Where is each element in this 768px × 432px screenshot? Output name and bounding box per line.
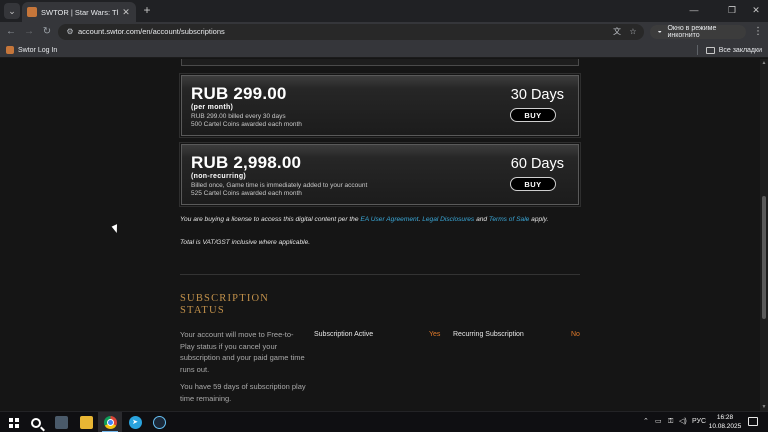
bookmark-swtor-login[interactable]: Swtor Log In [6,44,57,56]
plan-duration: 60 Days [510,156,564,172]
scroll-down-icon[interactable]: ▼ [761,404,767,410]
plan-term: (per month) [191,104,234,111]
plan-card-previous [181,59,579,66]
tab-close-icon[interactable]: ✕ [121,7,131,18]
close-window-button[interactable]: ✕ [744,3,768,17]
url-text[interactable]: account.swtor.com/en/account/subscriptio… [78,27,225,36]
clock-time: 16:28 [716,414,734,421]
section-divider [180,274,580,275]
recurring-subscription-label: Recurring Subscription [453,331,524,338]
free-to-play-notice: Your account will move to Free-to-Play s… [180,330,305,374]
ea-user-agreement-link[interactable]: EA User Agreement [360,216,418,223]
mouse-cursor-icon [111,224,121,234]
plan-price: RUB 2,998.00 [191,153,302,172]
scrollbar-thumb[interactable] [762,196,766,319]
scroll-up-icon[interactable]: ▲ [761,60,767,66]
incognito-label: Окно в режиме инкогнито [667,25,717,39]
vat-notice: Total is VAT/GST inclusive where applica… [180,239,311,246]
plan-detail: RUB 299.00 billed every 30 days [191,113,286,120]
screen: ⌄ SWTOR | Star Wars: The Old Re ✕ + — ❐ … [0,0,768,432]
plan-card-60-days: RUB 2,998.00 (non-recurring) Billed once… [179,142,581,207]
notification-center-icon[interactable] [748,417,758,426]
incognito-indicator[interactable]: ◒ Окно в режиме инкогнито [650,25,746,39]
plan-detail: 500 Cartel Coins awarded each month [191,121,302,128]
back-button[interactable]: ← [4,25,18,39]
taskbar-app-chrome[interactable] [98,412,122,432]
taskbar-app-calculator[interactable] [49,412,73,432]
swtor-favicon-icon [6,46,14,54]
legal-notice: You are buying a license to access this … [180,215,580,225]
browser-toolbar: ← → ↻ ⚙ account.swtor.com/en/account/sub… [0,22,768,42]
legal-apply: apply. [529,216,549,223]
reload-button[interactable]: ↻ [40,25,54,39]
battery-icon[interactable]: ⚿ [668,416,673,428]
browser-tabstrip: ⌄ SWTOR | Star Wars: The Old Re ✕ + — ❐ … [0,0,768,22]
bookmarks-bar: Swtor Log In Все закладки [0,42,768,58]
plan-detail: Billed once, Game time is immediately ad… [191,182,368,189]
buy-60-days-button[interactable]: BUY [510,177,556,191]
maximize-button[interactable]: ❐ [720,3,744,17]
buy-30-days-button[interactable]: BUY [510,108,556,122]
windows-taskbar: ➤ ⌃ ▭ ⚿ ◁) РУС 16:28 10.08.2025 [0,411,768,432]
plan-card-30-days: RUB 299.00 (per month) RUB 299.00 billed… [179,73,581,138]
browser-menu-icon[interactable]: ⋮ [752,25,764,39]
translate-icon[interactable]: 文 [611,26,623,38]
start-button[interactable] [2,412,26,432]
steam-icon [152,416,166,429]
subscription-status-heading: SUBSCRIPTION STATUS [180,293,270,316]
tab-search-icon[interactable]: ⌄ [4,3,20,19]
bookmark-label: Swtor Log In [18,46,58,54]
bookmarks-divider [696,45,698,55]
address-bar[interactable]: ⚙ account.swtor.com/en/account/subscript… [58,24,644,40]
all-bookmarks-label: Все закладки [718,46,762,54]
recurring-subscription-value: No [571,331,580,338]
network-icon[interactable]: ▭ [655,416,662,428]
plan-price: RUB 299.00 [191,84,287,103]
system-clock[interactable]: 16:28 10.08.2025 [703,413,747,431]
calculator-icon [54,416,68,429]
remaining-time-notice: You have 59 days of subscription play ti… [180,382,306,403]
tab-title: SWTOR | Star Wars: The Old Re [41,7,118,17]
windows-logo-icon [9,417,19,428]
subscription-active-label: Subscription Active [314,331,374,338]
folder-icon [79,416,93,429]
search-button[interactable] [24,412,48,432]
plan-duration: 30 Days [510,87,564,103]
minimize-button[interactable]: — [682,3,706,17]
tray-overflow-icon[interactable]: ⌃ [643,416,649,428]
plan-detail: 525 Cartel Coins awarded each month [191,190,302,197]
new-tab-button[interactable]: + [141,4,153,16]
forward-button[interactable]: → [22,25,36,39]
volume-icon[interactable]: ◁) [679,416,687,428]
page-viewport: RUB 299.00 (per month) RUB 299.00 billed… [0,59,768,411]
swtor-favicon-icon [27,7,37,17]
chrome-icon [103,416,117,429]
all-bookmarks-button[interactable]: Все закладки [696,44,762,56]
taskbar-app-explorer[interactable] [74,412,98,432]
legal-and: and [474,216,489,223]
legal-disclosures-link[interactable]: Legal Disclosures [422,216,474,223]
search-icon [31,417,41,428]
terms-of-sale-link[interactable]: Terms of Sale [489,216,529,223]
tab-swtor[interactable]: SWTOR | Star Wars: The Old Re ✕ [22,2,136,22]
plan-term: (non-recurring) [191,173,247,180]
page-scrollbar[interactable]: ▲ ▼ [760,59,768,411]
taskbar-app-telegram[interactable]: ➤ [123,412,147,432]
site-info-icon[interactable]: ⚙ [64,26,76,38]
clock-date: 10.08.2025 [708,423,742,430]
legal-intro: You are buying a license to access this … [180,216,359,223]
subscription-active-value: Yes [429,331,441,338]
incognito-icon: ◒ [657,28,662,35]
folder-icon [705,46,715,54]
bookmark-star-icon[interactable]: ☆ [627,26,639,38]
taskbar-app-steam[interactable] [147,412,171,432]
telegram-icon: ➤ [128,416,142,429]
